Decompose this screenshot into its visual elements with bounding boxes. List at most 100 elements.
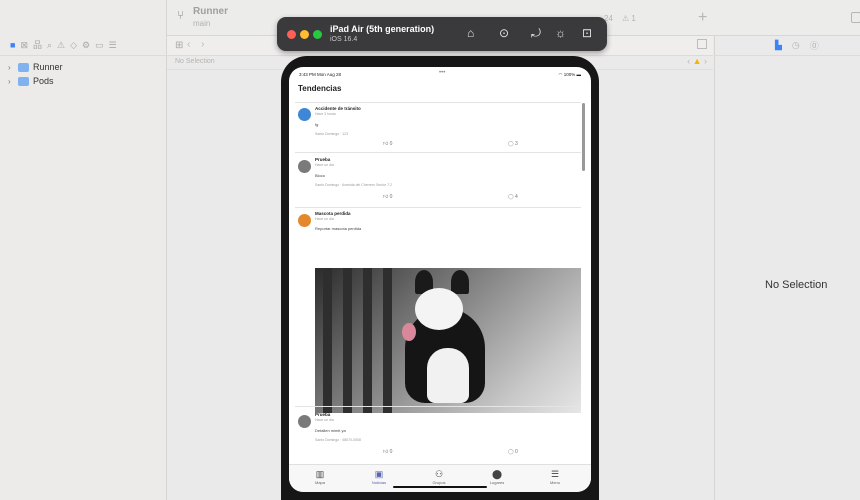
menu-icon: ☰ xyxy=(550,469,560,479)
editor-options-icon[interactable] xyxy=(697,39,707,49)
chevron-right-icon[interactable]: › xyxy=(8,63,18,72)
navigator-toolbar: ■ ⊠ 品 ⌕ ⚠ ◇ ⚙ ▭ ☰ xyxy=(0,36,167,56)
tab-grupos[interactable]: ⚇ Grupos xyxy=(419,469,459,485)
rotate-icon[interactable]: ⤾ xyxy=(531,26,541,41)
tab-noticias[interactable]: ▣ Noticias xyxy=(359,469,399,485)
tree-item-label: Runner xyxy=(33,62,63,72)
scheme-icon: ⑂ xyxy=(177,8,185,22)
report-navigator-icon[interactable]: ☰ xyxy=(109,41,117,50)
avatar[interactable] xyxy=(298,108,311,121)
home-icon[interactable]: ⌂ xyxy=(467,26,474,40)
like-button[interactable]: 👍︎ 0 xyxy=(383,194,392,200)
help-inspector-icon[interactable]: ⓪ xyxy=(810,39,819,52)
tree-item-runner[interactable]: › Runner xyxy=(8,60,63,74)
post-location: Santo Domingo · 08570-0508 xyxy=(315,438,361,442)
app-screen: 3:43 PM Mon Aug 28 ••• ◠ 100% ▬ Tendenci… xyxy=(289,67,591,492)
groups-icon: ⚇ xyxy=(434,469,444,479)
feed-post[interactable]: Accidente de tránsito Hace 3 horas fg Sa… xyxy=(295,102,581,152)
tab-label: Menu xyxy=(549,480,560,485)
find-navigator-icon[interactable]: ⌕ xyxy=(47,41,52,50)
warning-count[interactable]: ⚠ 1 xyxy=(622,14,636,23)
inspector-no-selection: No Selection xyxy=(765,279,828,291)
simulator-minimize-button[interactable] xyxy=(300,30,309,39)
avatar[interactable] xyxy=(298,214,311,227)
tab-label: Grupos xyxy=(432,480,446,485)
folder-icon xyxy=(18,62,29,72)
history-inspector-icon[interactable]: ◷ xyxy=(792,40,800,51)
like-count: 0 xyxy=(389,449,393,455)
file-inspector-icon[interactable]: ▙ xyxy=(775,40,782,51)
test-navigator-icon[interactable]: ◇ xyxy=(70,41,77,50)
thumbs-up-icon: 👍︎ xyxy=(383,141,389,147)
debug-navigator-icon[interactable]: ⚙ xyxy=(82,41,90,50)
comment-button[interactable]: ◯ 3 xyxy=(508,141,518,147)
comment-button[interactable]: ◯ 4 xyxy=(508,194,518,200)
post-location: Santo Domingo · Avenida del Cherrero Sec… xyxy=(315,183,392,187)
symbol-navigator-icon[interactable]: 品 xyxy=(33,41,42,50)
post-title: Prueba xyxy=(315,157,331,162)
photo-dog-ear xyxy=(451,270,469,294)
photo-dog-tongue xyxy=(402,323,416,341)
project-navigator-icon[interactable]: ■ xyxy=(10,41,15,50)
source-control-icon[interactable]: ⊠ xyxy=(20,41,28,50)
simulator-zoom-button[interactable] xyxy=(313,30,322,39)
tab-menu[interactable]: ☰ Menu xyxy=(535,469,575,485)
like-button[interactable]: 👍︎ 0 xyxy=(383,141,392,147)
post-title: Prueba xyxy=(315,412,331,417)
wifi-icon: ◠ xyxy=(558,72,563,77)
news-icon: ▣ xyxy=(374,469,384,479)
multitasking-dots[interactable]: ••• xyxy=(439,70,445,76)
comment-count: 3 xyxy=(515,141,518,147)
related-items-icon[interactable]: ⊞ xyxy=(175,40,183,51)
comment-icon: ◯ xyxy=(508,194,514,200)
appearance-icon[interactable]: ☼ xyxy=(555,26,566,40)
thumbs-up-icon: 👍︎ xyxy=(383,194,389,200)
tree-item-pods[interactable]: › Pods xyxy=(8,74,63,88)
scheme-name[interactable]: Runner xyxy=(193,6,228,17)
post-photo[interactable] xyxy=(315,268,581,413)
battery-icon: ▬ xyxy=(576,72,582,77)
device-settings-icon[interactable]: ⊡ xyxy=(582,26,592,40)
post-body: Reportar mascota perdida xyxy=(315,226,362,231)
inspector-pane: ▙ ◷ ⓪ No Selection xyxy=(714,36,860,500)
photo-fence-slat xyxy=(383,268,392,413)
comment-button[interactable]: ◯ 0 xyxy=(508,449,518,455)
feed-post[interactable]: Prueba Hace un día Bloco Santo Domingo ·… xyxy=(295,152,581,207)
thumbs-up-icon: 👍︎ xyxy=(383,449,389,455)
breakpoint-navigator-icon[interactable]: ▭ xyxy=(95,41,104,50)
tab-mapa[interactable]: ▥ Mapa xyxy=(300,469,340,485)
back-forward-arrows[interactable]: ‹ › xyxy=(187,39,208,50)
feed-post[interactable]: Prueba Hace un día Detallen mimit ya San… xyxy=(295,406,581,462)
chevron-right-icon[interactable]: › xyxy=(8,77,18,86)
feed-scrollbar[interactable] xyxy=(582,103,585,171)
editor-no-selection: No Selection xyxy=(175,58,215,65)
avatar[interactable] xyxy=(298,160,311,173)
simulator-os-version: iOS 16.4 xyxy=(330,36,358,43)
post-time: Hace un día xyxy=(315,217,334,221)
scheme-branch: main xyxy=(193,19,211,28)
photo-dog-face xyxy=(415,288,463,330)
post-time: Hace un día xyxy=(315,163,334,167)
ios-status-bar: 3:43 PM Mon Aug 28 ••• ◠ 100% ▬ xyxy=(299,70,582,80)
page-title: Tendencias xyxy=(298,84,342,93)
comment-icon: ◯ xyxy=(508,449,514,455)
like-button[interactable]: 👍︎ 0 xyxy=(383,449,392,455)
status-time: 3:43 PM Mon Aug 28 xyxy=(299,72,342,77)
issue-navigator-icon[interactable]: ⚠ xyxy=(57,41,65,50)
home-indicator[interactable] xyxy=(393,486,487,488)
photo-fence-slat xyxy=(363,268,372,413)
tab-lugares[interactable]: ⬤ Lugares xyxy=(477,469,517,485)
tab-label: Mapa xyxy=(314,480,325,485)
avatar[interactable] xyxy=(298,415,311,428)
simulator-close-button[interactable] xyxy=(287,30,296,39)
folder-icon xyxy=(18,76,29,86)
map-icon: ▥ xyxy=(315,469,325,479)
add-button[interactable]: + xyxy=(698,9,707,27)
simulator-device-name: iPad Air (5th generation) xyxy=(330,24,435,34)
like-count: 0 xyxy=(389,141,393,147)
issue-navigation[interactable]: ‹ ▲ › xyxy=(687,56,707,66)
inspector-toggle-icon[interactable] xyxy=(851,12,860,23)
tab-label: Noticias xyxy=(371,480,387,485)
screenshot-icon[interactable]: ⊙ xyxy=(499,26,509,40)
tab-label: Lugares xyxy=(489,480,505,485)
